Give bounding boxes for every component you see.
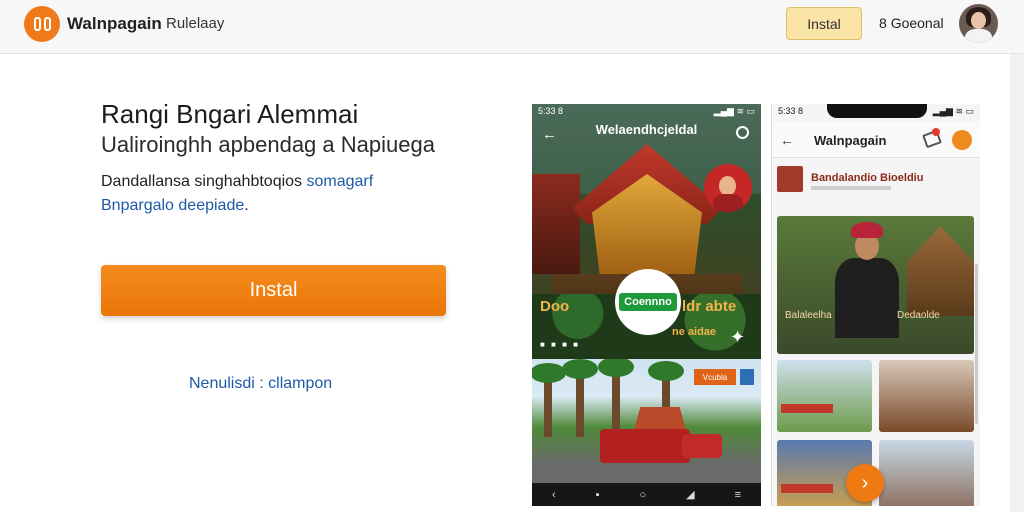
brand-subtitle: Rulelaay xyxy=(166,15,225,32)
house-left xyxy=(532,174,580,274)
featured-item[interactable]: Bandalandio Bioeldiu xyxy=(777,164,977,194)
profile-face xyxy=(719,176,736,196)
play-label: Coennno xyxy=(619,293,677,311)
nav-square-icon[interactable]: ▪ xyxy=(596,489,600,501)
caption-small: ne aidae xyxy=(672,326,717,338)
red-truck xyxy=(600,429,690,463)
phone1-title: Welaendhcjeldal xyxy=(595,122,698,137)
circle-icon[interactable] xyxy=(736,126,749,139)
featured-title: Bandalandio Bioeldiu xyxy=(811,172,924,184)
logo-bar-left xyxy=(33,17,41,31)
nav-recent-icon[interactable]: ◢ xyxy=(686,488,694,501)
phone-notch xyxy=(827,104,927,118)
media-dots-icon: ■ ■ ■ ■ xyxy=(540,340,580,349)
grid-card[interactable] xyxy=(879,360,974,432)
sparkle-icon: ✦ xyxy=(730,327,746,347)
card-badge xyxy=(781,404,833,413)
page-edge xyxy=(1010,54,1024,512)
palm-tree xyxy=(598,359,634,431)
logo-bar-right xyxy=(43,17,51,31)
nav-menu-icon[interactable]: ≡ xyxy=(735,489,741,501)
scrollbar[interactable] xyxy=(975,264,978,424)
android-nav-bar: ‹ ▪ ○ ◢ ≡ xyxy=(532,483,761,506)
caption-left: Doo xyxy=(540,298,570,315)
phone2-title: Walnpagain xyxy=(814,133,887,148)
hero-title: Rangi Bngari Alemmai xyxy=(101,99,359,129)
app-logo-icon[interactable] xyxy=(24,6,60,42)
hero-subtitle: Ualiroinghh apbendag a Napiuega xyxy=(101,132,435,157)
avatar-body xyxy=(965,29,992,43)
blue-badge xyxy=(740,369,754,385)
header-link-prefix: 8 xyxy=(879,15,887,31)
nav-home-icon[interactable]: ○ xyxy=(640,489,647,501)
featured-thumbnail xyxy=(777,166,803,192)
card-person-hat xyxy=(851,222,883,238)
caption-right: ldr abte xyxy=(682,298,737,315)
card-label-left: Balaleelha xyxy=(785,310,832,321)
red-truck-small xyxy=(682,434,722,458)
phone1-status-time: 5:33 8 xyxy=(538,106,564,116)
orange-badge: Vcubla xyxy=(694,369,736,385)
top-bar: Walnpagain Rulelaay Instal 8 Goeonal xyxy=(0,0,1024,54)
phone2-status-icons: ▂▄▆ ≋ ▭ xyxy=(932,106,974,116)
phone-screenshot-2: 5:33 8 ▂▄▆ ≋ ▭ ← Walnpagain Bandalandio … xyxy=(771,104,980,506)
play-button[interactable]: Coennno xyxy=(615,269,681,335)
palm-tree xyxy=(532,363,566,437)
header-link[interactable]: 8 Goeonal xyxy=(879,15,944,31)
phone1-status-bar: 5:33 8 ▂▄▆ ≋ ▭ xyxy=(532,104,761,120)
hero-desc-text: Dandallansa singhahbtoqios xyxy=(101,173,303,190)
grid-card[interactable] xyxy=(777,360,872,432)
header-link-label: Goeonal xyxy=(890,15,944,31)
install-button[interactable]: Instal xyxy=(101,265,446,316)
brand-name[interactable]: Walnpagain xyxy=(67,14,162,34)
hero-desc-highlight[interactable]: somagarf xyxy=(307,173,374,190)
nav-back-icon[interactable]: ‹ xyxy=(552,489,556,501)
hero-desc-link[interactable]: Bnpargalo deepiade xyxy=(101,197,244,214)
hero-description-line2: Bnpargalo deepiade. xyxy=(101,197,249,215)
card-badge xyxy=(781,484,833,493)
card-label-right: Dedaolde xyxy=(897,310,940,321)
next-arrow-button[interactable]: › xyxy=(846,464,884,502)
back-arrow-icon[interactable]: ← xyxy=(780,132,794,148)
featured-subtitle-bar xyxy=(811,186,891,190)
avatar-face xyxy=(971,12,986,29)
village-photo[interactable]: Vcubla xyxy=(532,359,761,483)
orange-profile-icon[interactable] xyxy=(952,130,972,150)
profile-photo[interactable] xyxy=(704,164,752,212)
hero-description-line1: Dandallansa singhahbtoqios somagarf xyxy=(101,173,373,191)
phone2-app-header: ← Walnpagain xyxy=(772,122,980,158)
hero-desc-end: . xyxy=(244,197,249,214)
phone-screenshot-1: 5:33 8 ▂▄▆ ≋ ▭ ← Welaendhcjeldal Doo ldr… xyxy=(532,104,761,506)
notification-dot-icon xyxy=(932,128,940,136)
card-temple xyxy=(907,226,974,316)
secondary-link[interactable]: Nenulisdi : cllampon xyxy=(189,375,332,393)
palm-tree xyxy=(562,359,598,437)
user-avatar[interactable] xyxy=(959,4,998,43)
phone2-status-time: 5:33 8 xyxy=(778,106,804,116)
profile-body xyxy=(713,194,743,212)
grid-card[interactable] xyxy=(879,440,974,506)
content-card[interactable]: Balaleelha Dedaolde xyxy=(777,216,974,354)
card-person-body xyxy=(835,258,899,338)
header-install-button[interactable]: Instal xyxy=(786,7,862,40)
phone1-status-icons: ▂▄▆ ≋ ▭ xyxy=(713,106,755,116)
